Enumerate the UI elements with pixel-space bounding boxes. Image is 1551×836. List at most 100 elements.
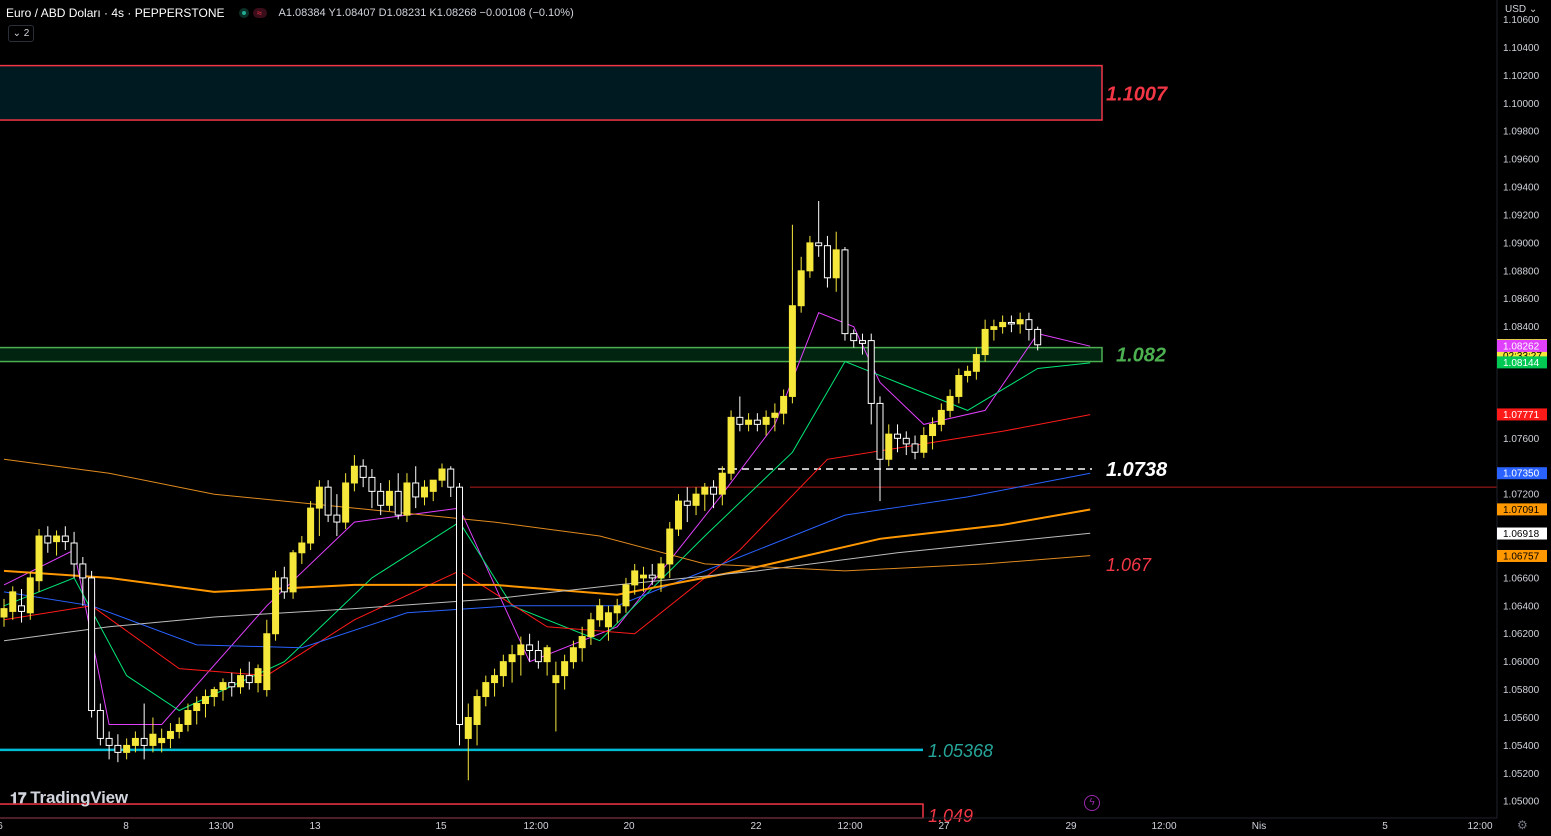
candle bbox=[368, 476, 376, 492]
candle bbox=[26, 577, 34, 614]
collapse-indicators-button[interactable]: ⌄ 2 bbox=[8, 25, 34, 42]
gear-icon[interactable]: ⚙ bbox=[1517, 818, 1528, 832]
candle bbox=[911, 443, 919, 453]
price-tick-label: 1.05600 bbox=[1503, 713, 1540, 724]
time-tick-label: 27 bbox=[938, 821, 950, 832]
candle bbox=[105, 737, 113, 746]
candle bbox=[307, 507, 315, 544]
moving-average-6 bbox=[3, 532, 1091, 642]
candle bbox=[359, 465, 367, 478]
candle bbox=[1025, 319, 1033, 330]
candle bbox=[342, 482, 350, 523]
candle bbox=[797, 270, 805, 307]
candle bbox=[876, 402, 884, 460]
time-tick-label: 13 bbox=[309, 821, 321, 832]
candle bbox=[622, 584, 630, 607]
candle bbox=[464, 716, 472, 739]
candle bbox=[420, 486, 428, 498]
candle bbox=[0, 608, 8, 618]
candle bbox=[131, 737, 139, 746]
price-tick-label: 1.05200 bbox=[1503, 769, 1540, 780]
candle bbox=[193, 703, 201, 712]
candle bbox=[1034, 328, 1042, 346]
candle bbox=[657, 563, 665, 579]
candle bbox=[920, 435, 928, 453]
candle bbox=[324, 486, 332, 516]
symbol-title[interactable]: Euro / ABD Doları · 4s · PEPPERSTONE bbox=[6, 6, 225, 20]
price-tick-label: 1.06600 bbox=[1503, 573, 1540, 584]
time-tick-label: 29 bbox=[1065, 821, 1077, 832]
candle bbox=[1016, 319, 1024, 325]
candle bbox=[850, 333, 858, 342]
price-tick-label: 1.08600 bbox=[1503, 294, 1540, 305]
lightning-icon[interactable]: ϟ bbox=[1084, 795, 1100, 811]
price-tick-label: 1.06400 bbox=[1503, 601, 1540, 612]
candle bbox=[18, 605, 26, 612]
candle bbox=[175, 723, 183, 732]
price-badge-label: 1.07350 bbox=[1503, 469, 1540, 480]
candle bbox=[946, 395, 954, 411]
candle bbox=[955, 374, 963, 397]
price-tick-label: 1.10400 bbox=[1503, 43, 1540, 54]
candle bbox=[228, 682, 236, 688]
candle bbox=[79, 563, 87, 579]
currency-selector[interactable]: USD ⌄ bbox=[1505, 4, 1537, 15]
candle bbox=[604, 612, 612, 628]
zone-pivot bbox=[0, 346, 1103, 363]
candle bbox=[780, 395, 788, 414]
candle bbox=[894, 433, 902, 439]
time-tick-label: 12:00 bbox=[837, 821, 862, 832]
candle bbox=[981, 328, 989, 356]
candle bbox=[736, 416, 744, 425]
price-tick-label: 1.08800 bbox=[1503, 266, 1540, 277]
price-tick-label: 1.10200 bbox=[1503, 71, 1540, 82]
candle bbox=[333, 514, 341, 523]
candle bbox=[140, 737, 148, 746]
time-tick-label: Nis bbox=[1252, 821, 1266, 832]
candle bbox=[534, 649, 542, 663]
candle bbox=[438, 468, 446, 481]
candle bbox=[832, 249, 840, 279]
level-annotation: 1.05368 bbox=[928, 741, 993, 761]
candle bbox=[123, 744, 131, 753]
moving-average-3 bbox=[3, 414, 1091, 677]
candle bbox=[613, 605, 621, 614]
level-annotation: 1.0738 bbox=[1106, 459, 1168, 481]
candle bbox=[718, 472, 726, 495]
time-tick-label: 12:00 bbox=[523, 821, 548, 832]
symbol-header[interactable]: Euro / ABD Doları · 4s · PEPPERSTONE ≈ A… bbox=[6, 6, 574, 20]
candle bbox=[999, 321, 1007, 328]
candle bbox=[902, 437, 910, 445]
zone-resistance bbox=[0, 64, 1103, 121]
time-tick-label: 13:00 bbox=[208, 821, 233, 832]
price-tick-label: 1.10600 bbox=[1503, 15, 1540, 26]
candle bbox=[885, 433, 893, 460]
zone-low-zone bbox=[0, 803, 924, 819]
candle bbox=[201, 696, 209, 705]
candle bbox=[298, 542, 306, 554]
candle bbox=[377, 490, 385, 506]
candle bbox=[412, 482, 420, 498]
price-badge-label: 1.06918 bbox=[1503, 529, 1540, 540]
candle bbox=[841, 249, 849, 335]
price-tick-label: 1.05400 bbox=[1503, 741, 1540, 752]
price-tick-label: 1.07200 bbox=[1503, 490, 1540, 501]
price-tick-label: 1.07600 bbox=[1503, 434, 1540, 445]
candle bbox=[53, 535, 61, 543]
price-tick-label: 1.09800 bbox=[1503, 127, 1540, 138]
candle bbox=[631, 570, 639, 586]
candle bbox=[394, 490, 402, 516]
candle bbox=[578, 636, 586, 649]
candle bbox=[683, 500, 691, 506]
candle bbox=[158, 737, 166, 744]
candle bbox=[219, 682, 227, 691]
price-tick-label: 1.09400 bbox=[1503, 183, 1540, 194]
candle bbox=[639, 574, 647, 579]
price-badge-label: 1.07091 bbox=[1503, 505, 1540, 516]
candle bbox=[937, 409, 945, 425]
candle bbox=[1007, 321, 1015, 325]
price-badge-label: 1.08144 bbox=[1503, 358, 1540, 369]
price-chart[interactable]: 1.1007 1.082 1.0738 1.067 1.05368 1.049 1.1060… bbox=[0, 0, 1551, 836]
candle bbox=[517, 644, 525, 656]
level-annotation: 1.049 bbox=[928, 806, 973, 826]
